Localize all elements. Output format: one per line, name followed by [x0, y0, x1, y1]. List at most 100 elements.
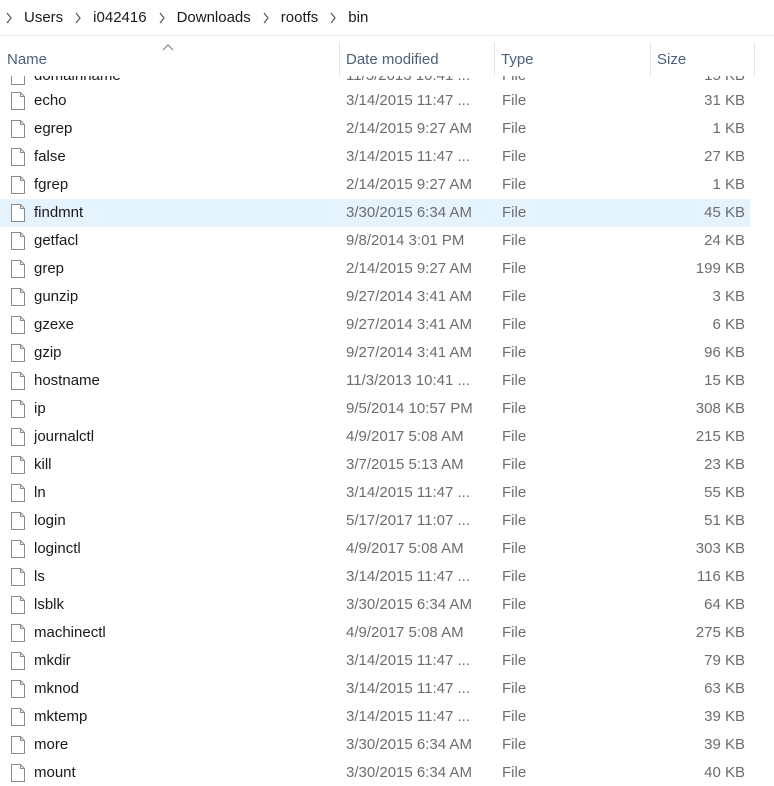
column-name[interactable]: Name [0, 42, 339, 76]
file-icon [11, 675, 27, 703]
file-type: File [502, 232, 527, 249]
file-size: 303 KB [695, 540, 745, 557]
file-row[interactable]: kill 3/7/2015 5:13 AM File 23 KB [0, 451, 750, 479]
file-name: gzip [34, 344, 62, 361]
file-name: echo [34, 92, 67, 109]
chevron-right-icon[interactable] [324, 12, 342, 24]
file-row[interactable]: fgrep 2/14/2015 9:27 AM File 1 KB [0, 171, 750, 199]
file-size: 45 KB [704, 204, 745, 221]
file-icon [11, 563, 27, 591]
file-row[interactable]: hostname 11/3/2013 10:41 ... File 15 KB [0, 367, 750, 395]
breadcrumb-item-downloads[interactable]: Downloads [171, 9, 257, 26]
column-date-modified[interactable]: Date modified [339, 42, 494, 76]
column-header: Name Date modified Type Size [0, 42, 774, 76]
file-name: fgrep [34, 176, 69, 193]
file-name: lsblk [34, 596, 65, 613]
file-row[interactable]: getfacl 9/8/2014 3:01 PM File 24 KB [0, 227, 750, 255]
file-type: File [502, 708, 527, 725]
column-size[interactable]: Size [650, 42, 754, 76]
file-date-modified: 3/30/2015 6:34 AM [346, 764, 472, 781]
file-icon [11, 143, 27, 171]
file-size: 275 KB [695, 624, 745, 641]
file-date-modified: 2/14/2015 9:27 AM [346, 260, 472, 277]
file-type: File [502, 344, 527, 361]
file-icon [11, 199, 27, 227]
file-size: 15 KB [704, 372, 745, 389]
column-name-label: Name [7, 50, 48, 68]
file-size: 39 KB [704, 708, 745, 725]
file-size: 3 KB [712, 288, 745, 305]
chevron-right-icon[interactable] [0, 12, 18, 24]
file-type: File [502, 680, 527, 697]
file-name: ln [34, 484, 46, 501]
file-row[interactable]: grep 2/14/2015 9:27 AM File 199 KB [0, 255, 750, 283]
file-icon [11, 591, 27, 619]
file-size: 215 KB [695, 428, 745, 445]
breadcrumb-item-user[interactable]: i042416 [87, 9, 152, 26]
file-date-modified: 11/3/2013 10:41 ... [346, 372, 470, 389]
breadcrumb-item-bin[interactable]: bin [342, 9, 374, 26]
file-icon [11, 731, 27, 759]
file-type: File [502, 596, 527, 613]
file-icon [11, 703, 27, 731]
file-row[interactable]: login 5/17/2017 11:07 ... File 51 KB [0, 507, 750, 535]
file-size: 96 KB [704, 344, 745, 361]
file-type: File [502, 484, 527, 501]
file-row[interactable]: machinectl 4/9/2017 5:08 AM File 275 KB [0, 619, 750, 647]
file-row[interactable]: loginctl 4/9/2017 5:08 AM File 303 KB [0, 535, 750, 563]
file-date-modified: 3/14/2015 11:47 ... [346, 568, 470, 585]
file-row[interactable]: egrep 2/14/2015 9:27 AM File 1 KB [0, 115, 750, 143]
file-type: File [502, 260, 527, 277]
file-icon [11, 619, 27, 647]
file-row[interactable]: lsblk 3/30/2015 6:34 AM File 64 KB [0, 591, 750, 619]
file-row[interactable]: gzip 9/27/2014 3:41 AM File 96 KB [0, 339, 750, 367]
file-date-modified: 4/9/2017 5:08 AM [346, 428, 464, 445]
file-row[interactable]: ln 3/14/2015 11:47 ... File 55 KB [0, 479, 750, 507]
file-row[interactable]: ip 9/5/2014 10:57 PM File 308 KB [0, 395, 750, 423]
file-row[interactable]: mknod 3/14/2015 11:47 ... File 63 KB [0, 675, 750, 703]
file-row[interactable]: more 3/30/2015 6:34 AM File 39 KB [0, 731, 750, 759]
file-name: ls [34, 568, 45, 585]
file-date-modified: 3/14/2015 11:47 ... [346, 484, 470, 501]
file-type: File [502, 92, 527, 109]
file-size: 308 KB [695, 400, 745, 417]
file-row[interactable]: echo 3/14/2015 11:47 ... File 31 KB [0, 87, 750, 115]
column-divider[interactable] [754, 42, 755, 76]
file-icon [11, 759, 27, 786]
file-icon [11, 451, 27, 479]
breadcrumb-item-users[interactable]: Users [18, 9, 69, 26]
file-icon [11, 171, 27, 199]
file-name: hostname [34, 372, 100, 389]
file-icon [11, 255, 27, 283]
file-type: File [502, 624, 527, 641]
chevron-right-icon[interactable] [69, 12, 87, 24]
file-row[interactable]: journalctl 4/9/2017 5:08 AM File 215 KB [0, 423, 750, 451]
file-row[interactable]: gunzip 9/27/2014 3:41 AM File 3 KB [0, 283, 750, 311]
chevron-right-icon[interactable] [257, 12, 275, 24]
file-row[interactable]: false 3/14/2015 11:47 ... File 27 KB [0, 143, 750, 171]
file-size: 55 KB [704, 484, 745, 501]
file-row[interactable]: ls 3/14/2015 11:47 ... File 116 KB [0, 563, 750, 591]
file-date-modified: 5/17/2017 11:07 ... [346, 512, 470, 529]
file-row[interactable]: mktemp 3/14/2015 11:47 ... File 39 KB [0, 703, 750, 731]
file-row[interactable]: mkdir 3/14/2015 11:47 ... File 79 KB [0, 647, 750, 675]
file-size: 24 KB [704, 232, 745, 249]
file-row[interactable]: gzexe 9/27/2014 3:41 AM File 6 KB [0, 311, 750, 339]
chevron-right-icon[interactable] [153, 12, 171, 24]
file-icon [11, 395, 27, 423]
file-size: 51 KB [704, 512, 745, 529]
file-row[interactable]: findmnt 3/30/2015 6:34 AM File 45 KB [0, 199, 750, 227]
file-size: 199 KB [695, 260, 745, 277]
file-size: 116 KB [696, 568, 745, 585]
file-type: File [502, 204, 527, 221]
column-type[interactable]: Type [494, 42, 650, 76]
file-date-modified: 3/14/2015 11:47 ... [346, 708, 470, 725]
file-type: File [502, 512, 527, 529]
file-row[interactable]: mount 3/30/2015 6:34 AM File 40 KB [0, 759, 750, 786]
file-icon [11, 367, 27, 395]
file-size: 39 KB [704, 736, 745, 753]
breadcrumb-item-rootfs[interactable]: rootfs [275, 9, 325, 26]
file-date-modified: 3/30/2015 6:34 AM [346, 596, 472, 613]
file-date-modified: 3/14/2015 11:47 ... [346, 652, 470, 669]
file-type: File [502, 540, 527, 557]
